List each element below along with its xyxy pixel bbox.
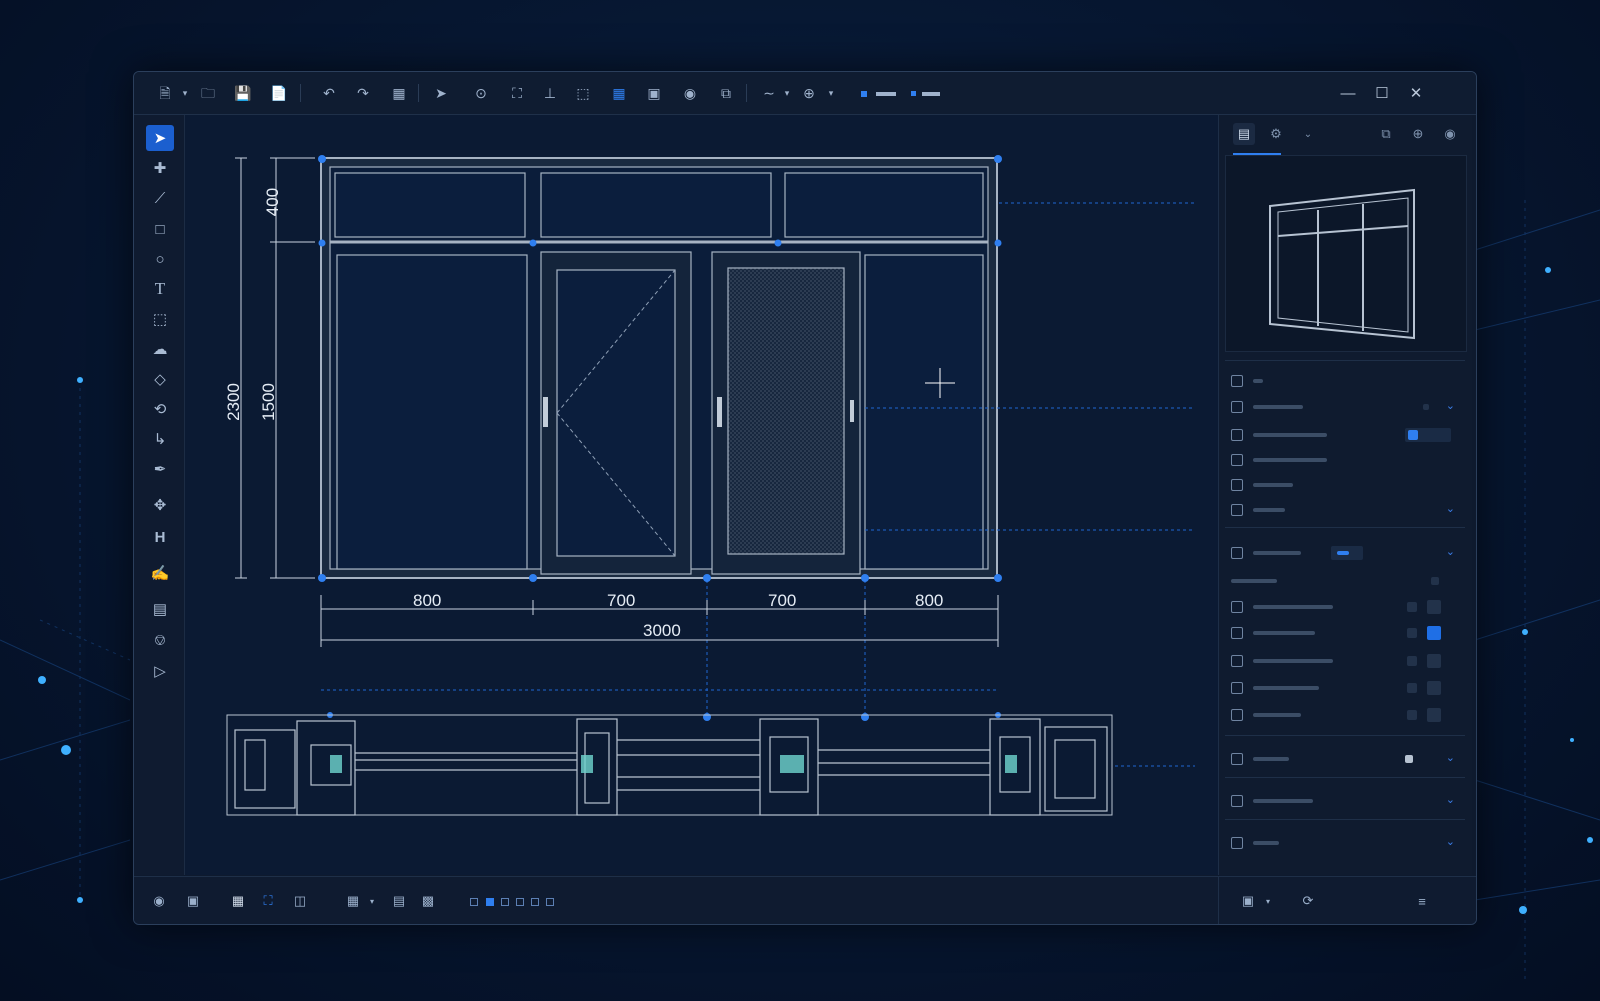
text-icon[interactable]: T — [146, 276, 174, 302]
select-icon[interactable]: ➤ — [430, 82, 452, 104]
settings-tab-icon[interactable]: ⚙ — [1265, 123, 1287, 145]
layer-icon[interactable]: ▤ — [146, 596, 174, 622]
layout-frame-icon[interactable]: ⛶ — [258, 891, 278, 911]
dimension-total-height[interactable]: 2300 — [224, 383, 244, 421]
move-icon[interactable]: ✥ — [146, 492, 174, 518]
camera-icon[interactable]: ◉ — [679, 82, 701, 104]
chevron-down-icon[interactable]: ▾ — [174, 82, 196, 104]
line-icon[interactable]: ⟋ — [146, 185, 174, 211]
layout-split-icon[interactable]: ◫ — [290, 891, 310, 911]
chevron-down-icon[interactable]: ▾ — [820, 82, 842, 104]
chevron-down-icon[interactable]: ⌄ — [1446, 545, 1455, 558]
frame-icon[interactable]: ⛶ — [506, 82, 528, 104]
point-snap-icon[interactable]: ⬚ — [146, 306, 174, 332]
history-icon[interactable]: ⟳ — [1298, 891, 1318, 911]
rectangle-icon[interactable]: □ — [146, 216, 174, 242]
dimension-total-width[interactable]: 3000 — [643, 621, 681, 641]
tag-icon[interactable]: ▷ — [146, 658, 174, 684]
menu-icon[interactable]: ≡ — [1412, 891, 1432, 911]
circle-icon[interactable]: ○ — [146, 246, 174, 272]
page-indicator[interactable] — [531, 898, 539, 906]
drawing-canvas[interactable]: 2300 400 1500 800 700 700 800 3000 — [185, 115, 1349, 875]
open-folder-icon[interactable]: 🗀 — [197, 82, 219, 104]
cloud-icon[interactable]: ☁ — [146, 336, 174, 362]
zoom-window-icon[interactable]: ⊙ — [470, 82, 492, 104]
left-toolbar: ➤ ✚ ⟋ □ ○ T ⬚ ☁ ◇ ⟲ ↳ ✒ ✥ H ✍ ▤ ⎊ ▷ — [134, 115, 185, 875]
grid-snap-icon[interactable]: ▦ — [388, 82, 410, 104]
properties-panel: ▤ ⚙ ⌄ ⧉ ⊕ ◉ ⌄ ⌄ ⌄ ⌄ ⌄ ⌄ — [1218, 115, 1472, 875]
minimize-icon[interactable]: — — [1336, 82, 1360, 104]
grid-icon[interactable]: ▦ — [608, 82, 630, 104]
dimension-panel-3[interactable]: 700 — [768, 591, 796, 611]
page-indicator[interactable] — [470, 898, 478, 906]
top-toolbar: 🗎 ▾ 🗀 💾 📄 ↶ ↷ ▦ ➤ ⊙ ⛶ ⊥ ⬚ ▦ ▣ ◉ ⧉ ∼ ▾ ⊕ … — [134, 72, 1476, 115]
page-indicator[interactable] — [546, 898, 554, 906]
chevron-down-icon[interactable]: ⌄ — [1446, 399, 1455, 412]
page-indicator[interactable] — [516, 898, 524, 906]
linetype-swatch[interactable] — [911, 91, 916, 96]
zoom-extents-icon[interactable]: ▣ — [643, 82, 665, 104]
window-elevation-drawing — [226, 155, 1195, 816]
new-file-icon[interactable]: 🗎 — [154, 82, 176, 104]
properties-tab-icon[interactable]: ▤ — [1233, 123, 1255, 145]
view-b-icon[interactable]: ▩ — [418, 891, 438, 911]
save-icon[interactable]: 💾 — [232, 82, 254, 104]
dimension-transom-height[interactable]: 400 — [263, 188, 283, 216]
paint-icon[interactable]: ✍ — [146, 560, 174, 586]
gear-icon[interactable]: ◉ — [1439, 123, 1461, 145]
chevron-down-icon[interactable]: ⌄ — [1446, 835, 1455, 848]
add-icon[interactable]: ⊕ — [1407, 123, 1429, 145]
tile-icon[interactable]: ▦ — [343, 891, 363, 911]
eraser-icon[interactable]: ◇ — [146, 366, 174, 392]
view-a-icon[interactable]: ▤ — [389, 891, 409, 911]
chevron-down-icon[interactable]: ⌄ — [1446, 751, 1455, 764]
status-bar: ◉ ▣ ▦ ⛶ ◫ ▦ ▾ ▤ ▩ ▣ ▾ ⟳ ≡ — [134, 876, 1476, 924]
chevron-down-icon[interactable]: ⌄ — [1446, 502, 1455, 515]
page-indicator[interactable] — [501, 898, 509, 906]
layout-grid-icon[interactable]: ▦ — [228, 891, 248, 911]
snap-icon[interactable]: ◉ — [149, 891, 169, 911]
window-3d-preview — [1269, 188, 1415, 340]
chevron-down-icon[interactable]: ▾ — [362, 891, 382, 911]
chevron-down-icon[interactable]: ⌄ — [1297, 123, 1319, 145]
export-icon[interactable]: ▣ — [1238, 891, 1258, 911]
cad-window: 🗎 ▾ 🗀 💾 📄 ↶ ↷ ▦ ➤ ⊙ ⛶ ⊥ ⬚ ▦ ▣ ◉ ⧉ ∼ ▾ ⊕ … — [133, 71, 1477, 925]
maximize-icon[interactable]: ☐ — [1370, 82, 1394, 104]
ortho-icon[interactable]: ▣ — [183, 891, 203, 911]
document-icon[interactable]: 📄 — [268, 82, 290, 104]
dimension-panel-4[interactable]: 800 — [915, 591, 943, 611]
page-indicator[interactable] — [486, 898, 494, 906]
chevron-down-icon[interactable]: ▾ — [776, 82, 798, 104]
layer-color-swatch[interactable] — [861, 91, 867, 97]
perpendicular-icon[interactable]: ⊥ — [539, 82, 561, 104]
pen-icon[interactable]: ✒ — [146, 456, 174, 482]
3d-preview[interactable] — [1225, 155, 1467, 352]
copy-icon[interactable]: ⧉ — [1375, 123, 1397, 145]
undo-icon[interactable]: ↶ — [318, 82, 340, 104]
rotate-icon[interactable]: ⟲ — [146, 396, 174, 422]
crosshair-icon[interactable]: ✚ — [146, 155, 174, 181]
close-icon[interactable]: ✕ — [1404, 82, 1428, 104]
redo-icon[interactable]: ↷ — [352, 82, 374, 104]
copy-icon[interactable]: ⧉ — [715, 82, 737, 104]
line-weight-indicator[interactable] — [876, 92, 896, 96]
select-arrow-icon[interactable]: ➤ — [146, 125, 174, 151]
dotted-select-icon[interactable]: ⬚ — [572, 82, 594, 104]
target-icon[interactable]: ⊕ — [798, 82, 820, 104]
chevron-down-icon[interactable]: ⌄ — [1446, 793, 1455, 806]
bend-icon[interactable]: ↳ — [146, 426, 174, 452]
dimension-lower-height[interactable]: 1500 — [259, 383, 279, 421]
linetype-indicator[interactable] — [922, 92, 940, 96]
shape-icon[interactable]: ⎊ — [146, 627, 174, 653]
chevron-down-icon[interactable]: ▾ — [1258, 891, 1278, 911]
dimension-icon[interactable]: H — [146, 524, 174, 550]
dimension-panel-2[interactable]: 700 — [607, 591, 635, 611]
dimension-panel-1[interactable]: 800 — [413, 591, 441, 611]
